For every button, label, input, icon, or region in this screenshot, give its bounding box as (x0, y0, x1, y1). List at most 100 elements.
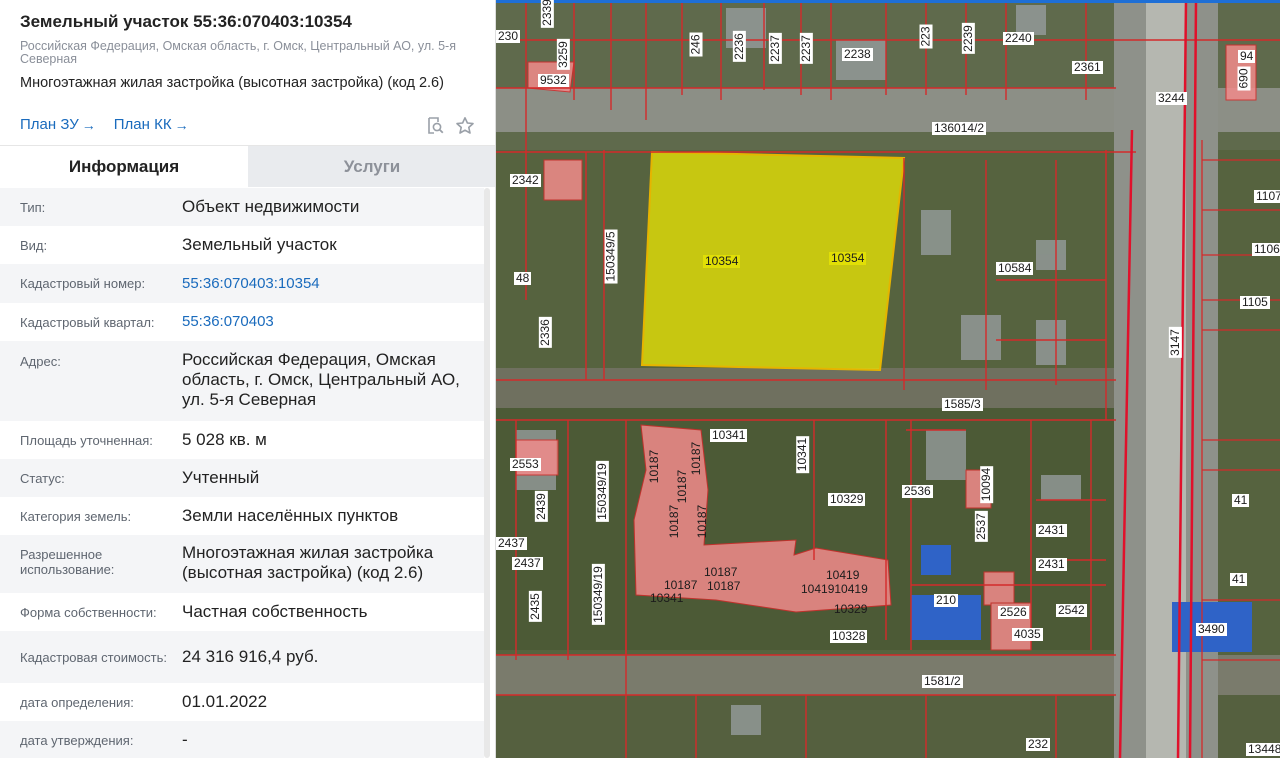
parcel-label: 2361 (1072, 60, 1103, 74)
info-row-valuation-date: дата определения: 01.01.2022 (0, 683, 484, 721)
parcel-label: 2240 (1003, 31, 1034, 45)
parcel-label: 41 (1232, 493, 1250, 507)
info-row-cadastral-quarter: Кадастровый квартал: 55:36:070403 (0, 303, 484, 341)
map-top-bar (496, 0, 1280, 3)
parcel-label: 1106 (1252, 242, 1280, 256)
info-row-permitted-use: Разрешенное использование: Многоэтажная … (0, 535, 484, 593)
info-row-status: Статус: Учтенный (0, 459, 484, 497)
star-icon[interactable] (454, 115, 476, 137)
parcel-label: 94 (1238, 49, 1256, 63)
parcel-label: 150349/19 (594, 461, 609, 522)
info-label: Тип: (20, 199, 46, 215)
parcel-label: 10584 (996, 261, 1034, 275)
cadastral-quarter-link[interactable]: 55:36:070403 (182, 312, 476, 332)
info-label: Статус: (20, 470, 65, 486)
parcel-label: 2342 (510, 173, 541, 187)
search-document-icon[interactable] (424, 115, 446, 137)
parcel-label: 10187 (707, 579, 741, 593)
info-label: Адрес: (20, 354, 61, 369)
parcel-label: 1581/2 (922, 674, 963, 688)
info-row-cadastral-number: Кадастровый номер: 55:36:070403:10354 (0, 264, 484, 303)
parcel-label: 10419 (826, 568, 860, 582)
parcel-label: 13448 (1246, 743, 1280, 756)
info-label: Разрешенное использование: (20, 547, 115, 577)
parcel-label: 3490 (1196, 622, 1227, 636)
parcel-label: 10341 (795, 435, 810, 474)
map-road-middle (496, 368, 1136, 408)
parcel-label: 2437 (496, 536, 527, 550)
selected-parcel-label: 10354 (829, 251, 867, 265)
info-label: дата определения: (20, 694, 134, 710)
parcel-label: 2238 (842, 47, 873, 61)
info-row-type: Тип: Объект недвижимости (0, 188, 484, 226)
info-label: Категория земель: (20, 508, 132, 524)
cadastral-number-link[interactable]: 55:36:070403:10354 (182, 274, 476, 294)
plan-kk-link[interactable]: План КК → (114, 116, 189, 133)
parcel-label: 2435 (527, 591, 542, 622)
parcel-address-subtitle: Российская Федерация, Омская область, г.… (20, 39, 456, 66)
parcel-label: 2236 (731, 31, 746, 62)
parcel-label: 3259 (555, 39, 570, 70)
parcel-label: 10094 (979, 465, 994, 504)
info-label: Кадастровая стоимость: (20, 649, 167, 665)
parcel-label: 4035 (1012, 627, 1043, 641)
parcel-label: 41 (1230, 572, 1248, 586)
cadastral-map[interactable]: 10354 10354 2339 230 3259 9532 246 2236 … (496, 0, 1280, 758)
parcel-label: 2237 (798, 33, 813, 64)
info-value: Земли населённых пунктов (182, 506, 399, 525)
plan-zu-link[interactable]: План ЗУ → (20, 116, 96, 133)
parcel-label: 1105 (1240, 295, 1270, 309)
parcel-label: 136014/2 (932, 121, 987, 135)
info-table: Тип: Объект недвижимости Вид: Земельный … (0, 188, 484, 758)
parcel-label: 1107 (1254, 190, 1280, 203)
info-row-approval-date: дата утверждения: - (0, 721, 484, 758)
info-label: Кадастровый номер: (20, 276, 146, 291)
parcel-label: 2437 (512, 556, 543, 570)
info-label: дата утверждения: (20, 732, 134, 748)
tab-services[interactable]: Услуги (248, 146, 495, 187)
parcel-label: 3147 (1167, 327, 1182, 358)
parcel-title: Земельный участок 55:36:070403:10354 (20, 12, 352, 31)
info-value: Частная собственность (182, 602, 368, 621)
info-row-area: Площадь уточненная: 5 028 кв. м (0, 421, 484, 459)
info-label: Кадастровый квартал: (20, 314, 155, 330)
selected-parcel-label: 10354 (703, 254, 741, 268)
parcel-label: 10187 (704, 565, 738, 579)
parcel-label: 1585/3 (942, 397, 983, 411)
parcel-label: 2536 (902, 484, 933, 498)
parcel-label: 232 (1026, 737, 1051, 751)
parcel-label: 246 (688, 32, 703, 57)
parcel-label: 223 (918, 24, 933, 49)
info-label: Площадь уточненная: (20, 432, 153, 448)
info-label: Форма собственности: (20, 604, 157, 620)
parcel-label: 48 (514, 271, 532, 285)
parcel-label: 210 (934, 593, 959, 607)
parcel-label: 2339 (540, 0, 554, 28)
parcel-label: 230 (496, 29, 521, 43)
parcel-label: 2336 (537, 317, 552, 348)
tab-information[interactable]: Информация (0, 146, 248, 187)
info-row-address: Адрес: Российская Федерация, Омская обла… (0, 341, 484, 421)
info-value: Земельный участок (182, 235, 337, 254)
parcel-label: 10341 (710, 428, 748, 442)
parcel-label: 150349/19 (590, 564, 605, 625)
parcel-label: 10187 (647, 449, 662, 484)
parcel-label: 2553 (510, 457, 541, 471)
plan-kk-label: План КК (113, 116, 172, 133)
info-row-land-category: Категория земель: Земли населённых пункт… (0, 497, 484, 535)
parcel-label: 10328 (830, 629, 868, 643)
info-value: Объект недвижимости (182, 197, 360, 216)
arrow-right-icon: → (81, 116, 96, 133)
panel-scrollbar[interactable] (484, 188, 490, 758)
panel-tabs: Информация Услуги (0, 145, 495, 187)
info-value: 24 316 916,4 руб. (182, 647, 319, 666)
parcel-label: 2239 (960, 23, 975, 54)
info-row-cadastral-value: Кадастровая стоимость: 24 316 916,4 руб. (0, 631, 484, 683)
parcel-label: 2537 (973, 511, 988, 542)
parcel-label: 10187 (675, 469, 690, 504)
parcel-label: 10341 (650, 591, 684, 605)
parcel-label: 2542 (1056, 603, 1087, 617)
info-value: 01.01.2022 (182, 692, 268, 711)
parcel-label: 10329 (834, 602, 868, 616)
info-value: - (182, 730, 188, 749)
